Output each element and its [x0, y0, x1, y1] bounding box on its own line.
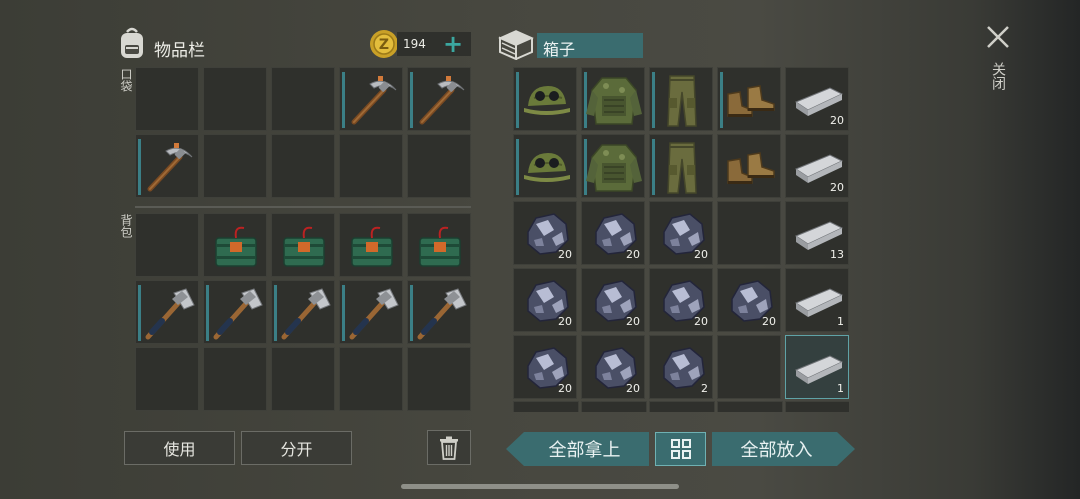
pocket-slot-pickaxe[interactable] [339, 67, 403, 131]
backpack-label: 背包 [119, 214, 133, 238]
item-count: 20 [694, 248, 708, 261]
grid-icon [670, 439, 691, 459]
backpack-slot-empty[interactable] [203, 347, 267, 411]
box-slot-ingot[interactable]: 1 [785, 335, 849, 399]
backpack-slot-bomb-crate[interactable] [339, 213, 403, 277]
pocket-label: 口袋 [119, 68, 133, 92]
pocket-slot-empty[interactable] [271, 67, 335, 131]
box-slot-ore[interactable]: 20 [649, 268, 713, 332]
use-button-label: 使用 [163, 440, 196, 459]
pocket-slot-empty[interactable] [203, 67, 267, 131]
box-slot-ore[interactable]: 20 [649, 201, 713, 265]
split-button[interactable]: 分开 [241, 431, 352, 465]
box-title-field: 箱子 [537, 33, 643, 59]
close-icon[interactable] [985, 24, 1011, 50]
backpack-slot-axe[interactable] [203, 280, 267, 344]
item-count: 20 [626, 382, 640, 395]
box-slot-ore[interactable]: 20 [581, 201, 645, 265]
box-slot-empty[interactable] [717, 335, 781, 399]
box-slot-jacket[interactable] [581, 134, 645, 198]
box-slot-ore[interactable]: 20 [513, 268, 577, 332]
box-slot-cap[interactable] [513, 134, 577, 198]
backpack-slot-empty[interactable] [271, 347, 335, 411]
backpack-slot-bomb-crate[interactable] [203, 213, 267, 277]
home-indicator[interactable] [401, 484, 679, 489]
box-slot-ore[interactable]: 20 [513, 335, 577, 399]
box-slot-pants[interactable] [649, 134, 713, 198]
split-button-label: 分开 [280, 440, 313, 459]
box-slot-ore[interactable]: 20 [513, 201, 577, 265]
item-count: 20 [558, 315, 572, 328]
coin-icon: Z [369, 29, 399, 59]
box-slot-ore[interactable]: 20 [581, 335, 645, 399]
box-slot-ore[interactable]: 20 [581, 268, 645, 332]
backpack-slot-bomb-crate[interactable] [407, 213, 471, 277]
pocket-slot-empty[interactable] [203, 134, 267, 198]
backpack-slot-empty[interactable] [339, 347, 403, 411]
coin-amount: 194 [403, 37, 426, 51]
pocket-slot-empty[interactable] [271, 134, 335, 198]
item-count: 1 [837, 315, 844, 328]
backpack-slot-empty[interactable] [135, 213, 199, 277]
box-slot-cap[interactable] [513, 67, 577, 131]
item-count: 20 [694, 315, 708, 328]
trash-button[interactable] [427, 430, 471, 465]
box-slot-ore[interactable]: 2 [649, 335, 713, 399]
box-slot-ingot[interactable]: 1 [785, 268, 849, 332]
item-count: 2 [701, 382, 708, 395]
box-slot-ingot[interactable]: 20 [785, 134, 849, 198]
pocket-divider [135, 206, 471, 208]
coin-count: 194 + [397, 30, 471, 58]
backpack-slot-empty[interactable] [135, 347, 199, 411]
backpack-slot-axe[interactable] [271, 280, 335, 344]
take-all-button[interactable]: 全部拿上 [506, 432, 649, 466]
box-slot-ingot[interactable]: 13 [785, 201, 849, 265]
pocket-slot-pickaxe[interactable] [135, 134, 199, 198]
box-slot-ore[interactable]: 20 [717, 268, 781, 332]
item-count: 13 [830, 248, 844, 261]
box-title: 箱子 [543, 40, 576, 59]
box-slot-boots[interactable] [717, 67, 781, 131]
item-count: 20 [626, 248, 640, 261]
svg-text:Z: Z [379, 37, 389, 53]
sort-button[interactable] [655, 432, 706, 466]
item-count: 20 [830, 114, 844, 127]
put-all-label: 全部放入 [740, 440, 813, 461]
pocket-slot-empty[interactable] [407, 134, 471, 198]
take-all-label: 全部拿上 [548, 440, 621, 461]
put-all-button[interactable]: 全部放入 [712, 432, 855, 466]
item-count: 1 [837, 382, 844, 395]
close-label[interactable]: 关闭 [988, 62, 1008, 90]
item-count: 20 [558, 248, 572, 261]
box-slot-pants[interactable] [649, 67, 713, 131]
item-count: 20 [626, 315, 640, 328]
box-grid-scroll-hint[interactable] [513, 401, 849, 412]
backpack-slot-axe[interactable] [135, 280, 199, 344]
box-slot-jacket[interactable] [581, 67, 645, 131]
item-count: 20 [762, 315, 776, 328]
backpack-slot-empty[interactable] [407, 347, 471, 411]
item-count: 20 [830, 181, 844, 194]
pocket-slot-empty[interactable] [339, 134, 403, 198]
pocket-slot-pickaxe[interactable] [407, 67, 471, 131]
backpack-slot-axe[interactable] [339, 280, 403, 344]
pocket-slot-empty[interactable] [135, 67, 199, 131]
backpack-slot-bomb-crate[interactable] [271, 213, 335, 277]
use-button[interactable]: 使用 [124, 431, 235, 465]
box-slot-boots[interactable] [717, 134, 781, 198]
box-slot-ingot[interactable]: 20 [785, 67, 849, 131]
inventory-title: 物品栏 [154, 41, 205, 61]
backpack-icon [117, 26, 147, 60]
backpack-slot-axe[interactable] [407, 280, 471, 344]
box-icon [497, 28, 535, 61]
box-slot-empty[interactable] [717, 201, 781, 265]
add-coins-button[interactable]: + [443, 30, 463, 58]
trash-icon [440, 436, 458, 460]
item-count: 20 [558, 382, 572, 395]
